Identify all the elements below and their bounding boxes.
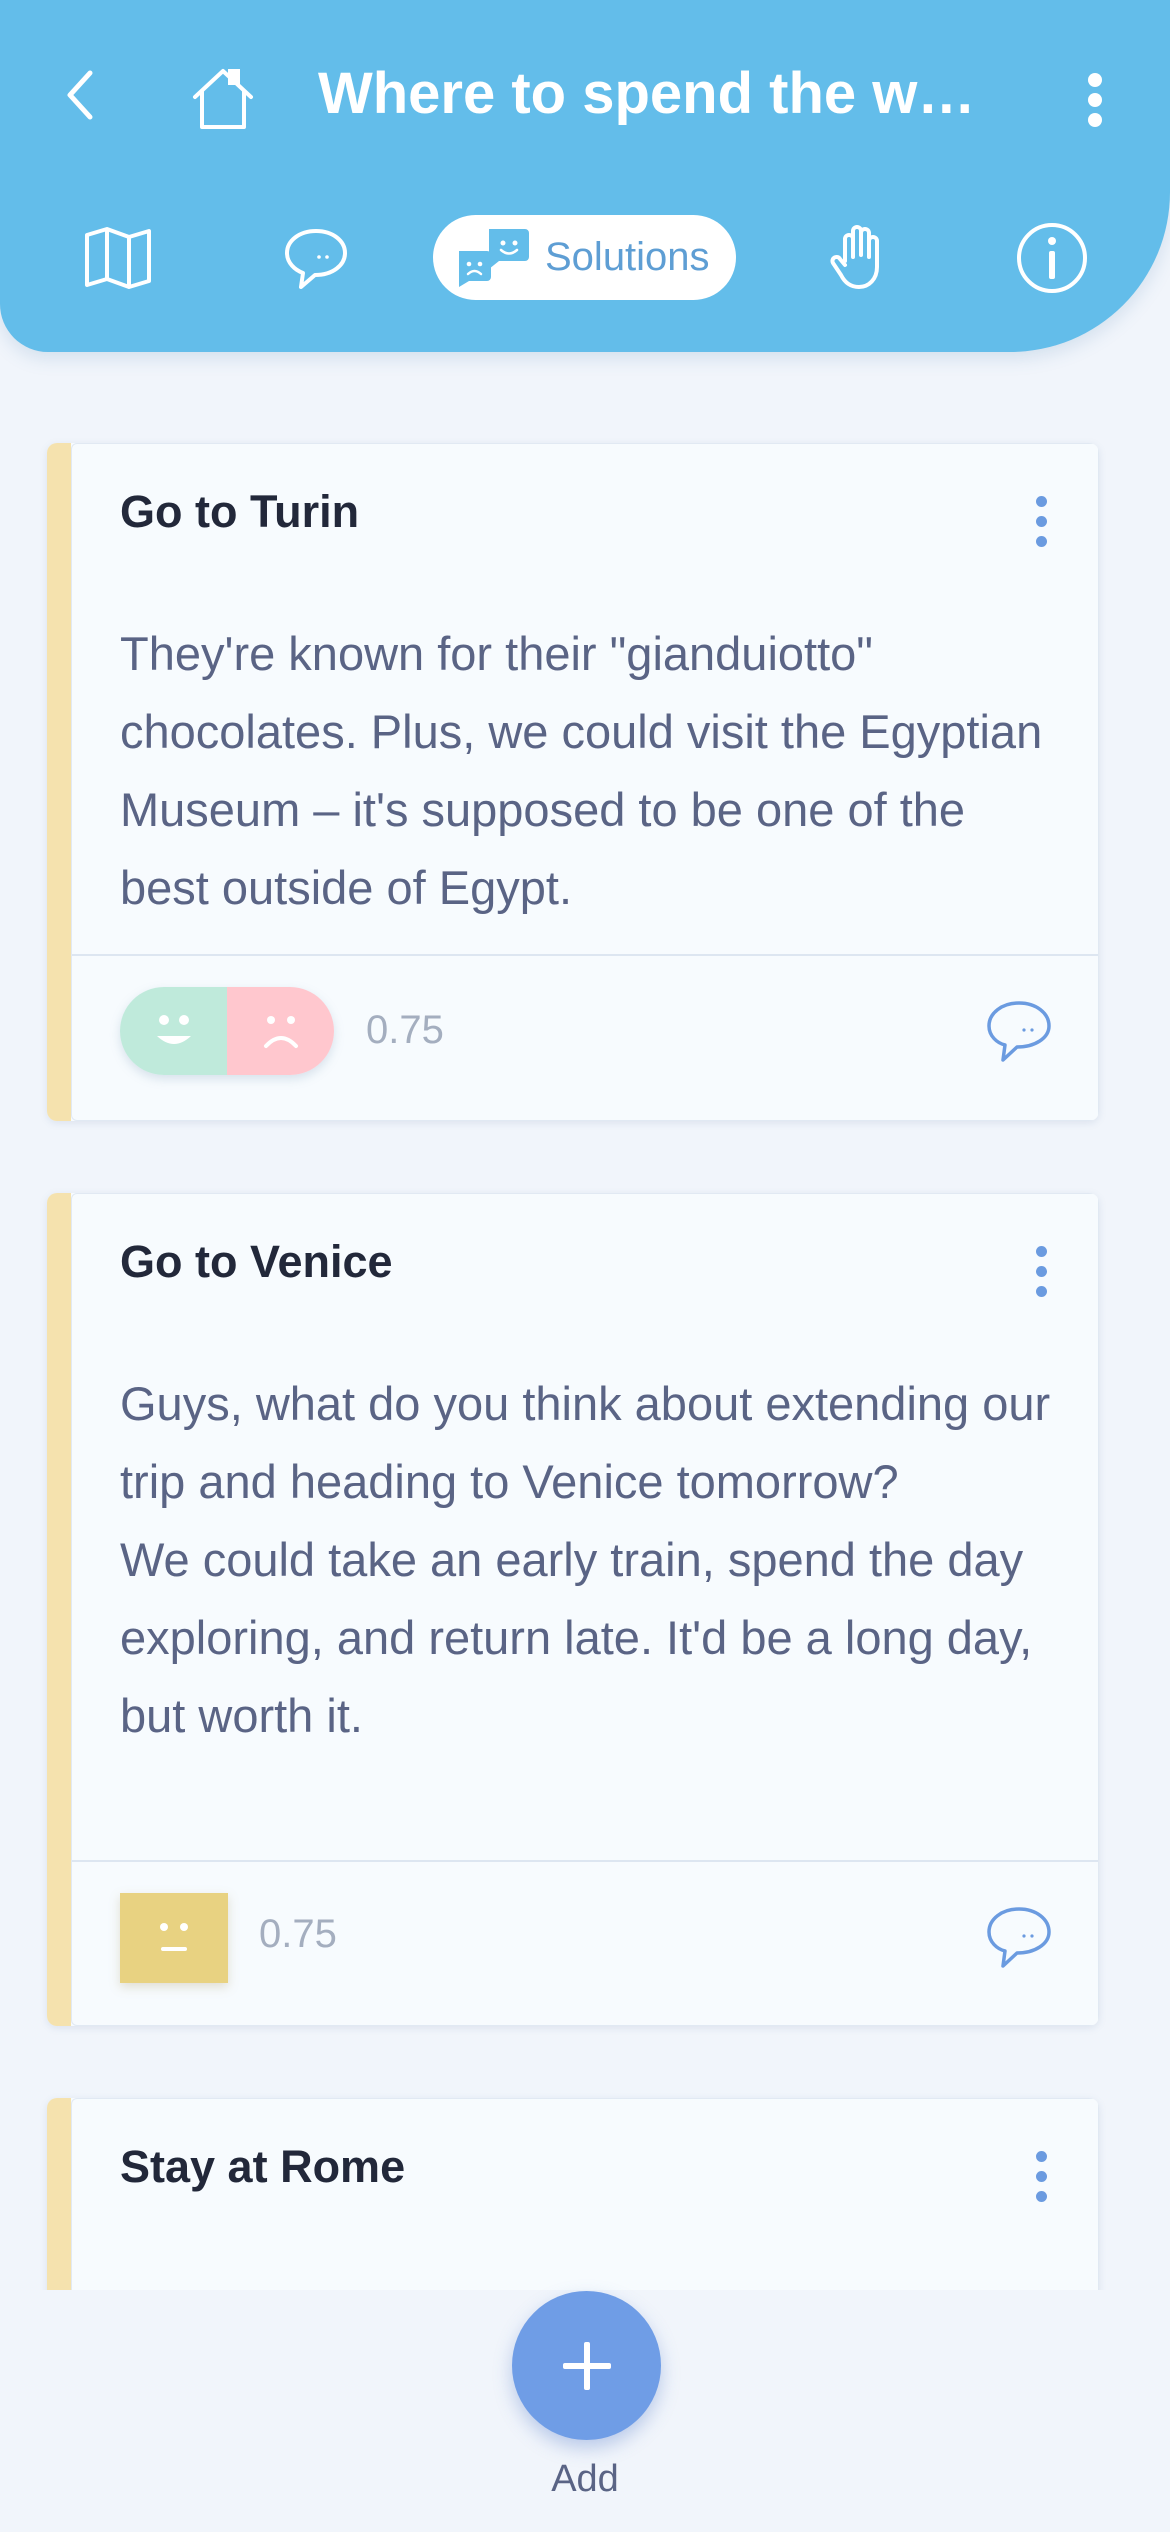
add-solution-button[interactable] bbox=[512, 2291, 661, 2440]
card-divider bbox=[72, 1860, 1098, 1862]
tab-solutions-label: Solutions bbox=[545, 235, 710, 279]
more-vertical-icon bbox=[1088, 73, 1102, 127]
card-content: Go to Venice Guys, what do you think abo… bbox=[71, 1193, 1099, 2026]
card-more-button[interactable] bbox=[1026, 492, 1056, 552]
back-button[interactable] bbox=[40, 50, 120, 140]
sad-face-icon bbox=[263, 1016, 298, 1048]
vote-neutral-button[interactable] bbox=[120, 1893, 228, 1983]
speech-bubble-icon bbox=[285, 228, 347, 289]
score-value: 0.75 bbox=[366, 1008, 444, 1052]
chevron-left-icon bbox=[67, 70, 93, 120]
info-icon bbox=[1017, 222, 1087, 293]
more-menu-button[interactable] bbox=[1070, 60, 1120, 140]
app-header: Where to spend the weekend? bbox=[0, 0, 1170, 352]
card-body: Guys, what do you think about extending … bbox=[120, 1377, 1051, 1742]
tab-discussion[interactable] bbox=[268, 215, 364, 300]
card-more-button[interactable] bbox=[1026, 1242, 1056, 1302]
card-title: Go to Venice bbox=[120, 1236, 393, 1287]
add-button-label: Add bbox=[551, 2458, 619, 2500]
page-title: Where to spend the weekend? bbox=[318, 61, 978, 126]
solution-card[interactable]: Go to Venice Guys, what do you think abo… bbox=[47, 1193, 1099, 2026]
tab-solutions[interactable]: Solutions bbox=[433, 215, 736, 300]
vote-toggle bbox=[120, 987, 334, 1075]
vote-positive-button[interactable] bbox=[120, 987, 227, 1075]
hand-raise-icon bbox=[830, 224, 879, 289]
home-button[interactable] bbox=[178, 58, 268, 138]
card-content: Go to Turin They're known for their "gia… bbox=[71, 443, 1099, 1121]
map-icon bbox=[85, 226, 151, 289]
comment-icon[interactable] bbox=[984, 998, 1054, 1064]
card-divider bbox=[72, 954, 1098, 956]
neutral-face-icon bbox=[160, 1923, 188, 1951]
solutions-faces-icon bbox=[459, 228, 529, 287]
score-value: 0.75 bbox=[259, 1912, 337, 1956]
card-body: They're known for their "gianduiotto" ch… bbox=[120, 627, 1043, 914]
plus-icon bbox=[562, 2341, 611, 2390]
tab-participate[interactable] bbox=[812, 215, 908, 300]
tab-info[interactable] bbox=[1004, 215, 1100, 300]
solution-card[interactable]: Go to Turin They're known for their "gia… bbox=[47, 443, 1099, 1121]
card-title: Go to Turin bbox=[120, 486, 360, 537]
card-more-button[interactable] bbox=[1026, 2147, 1056, 2207]
vote-negative-button[interactable] bbox=[227, 987, 334, 1075]
happy-face-icon bbox=[156, 1015, 191, 1044]
tab-map[interactable] bbox=[70, 215, 166, 300]
home-icon bbox=[193, 69, 253, 129]
comment-icon[interactable] bbox=[984, 1904, 1054, 1970]
card-title: Stay at Rome bbox=[120, 2141, 406, 2192]
